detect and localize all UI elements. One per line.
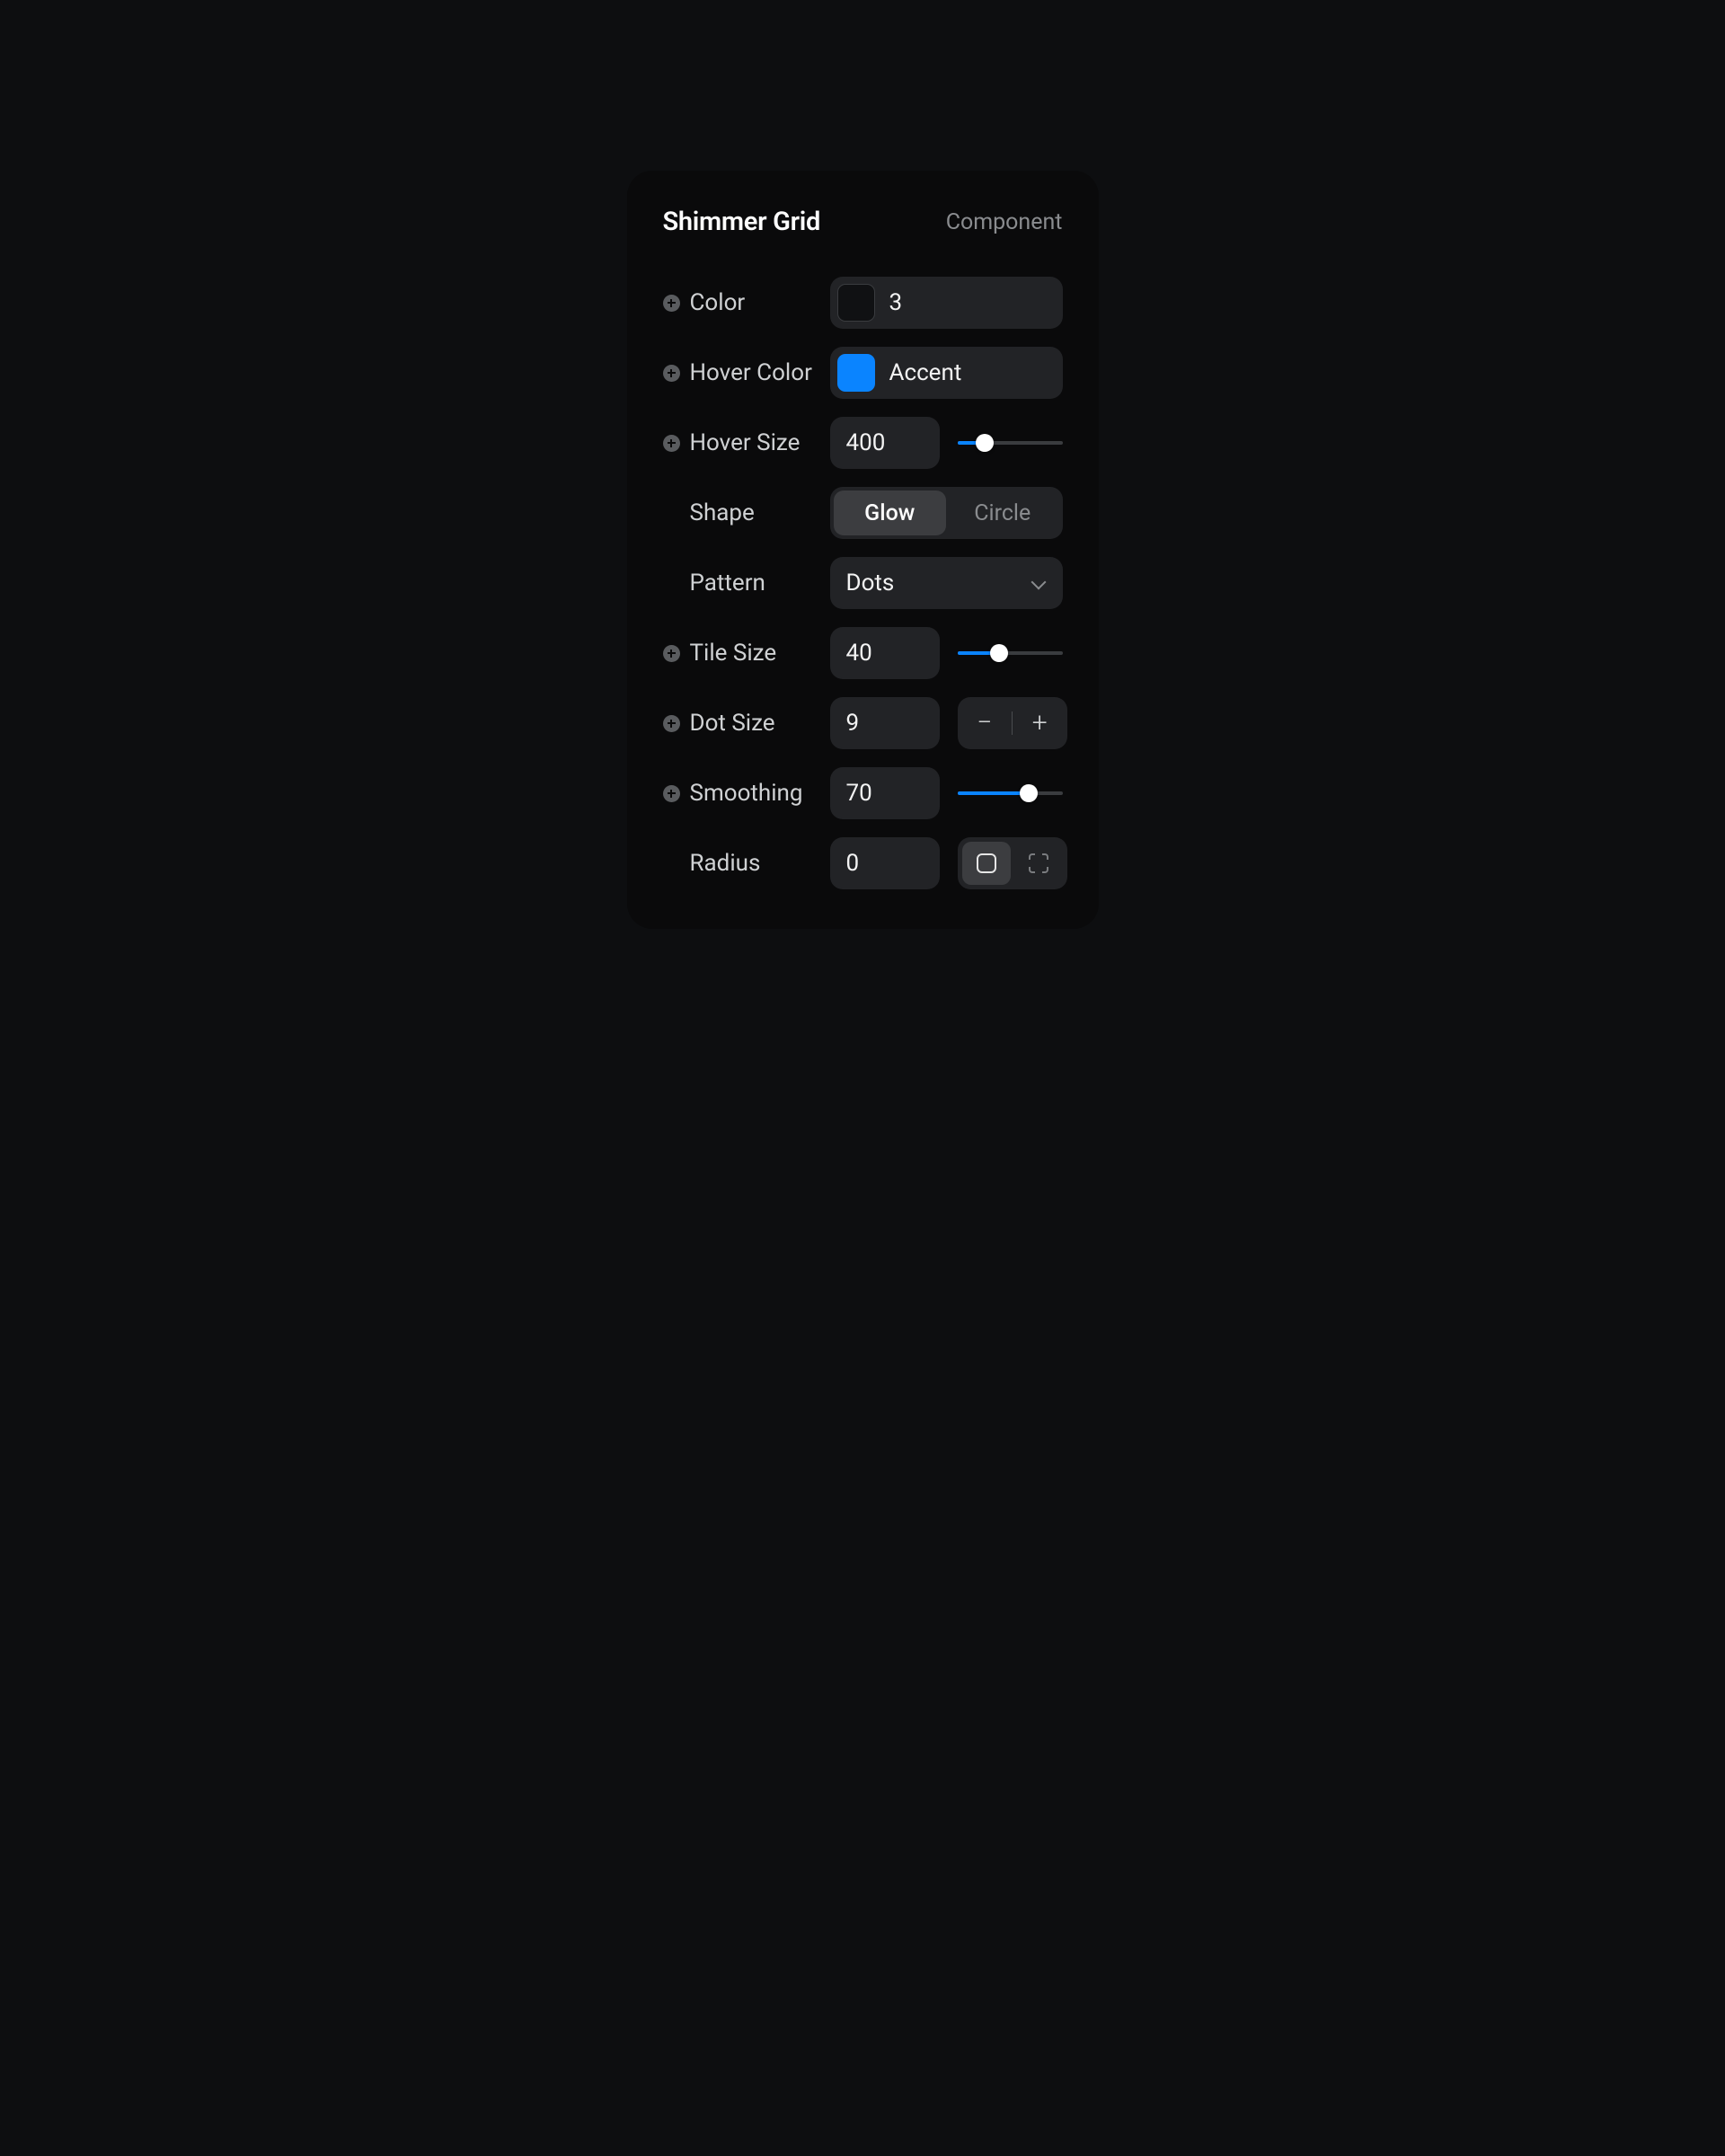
dot-size-label: Dot Size xyxy=(690,710,775,737)
plus-circle-icon[interactable] xyxy=(663,365,680,382)
color-label: Color xyxy=(690,289,746,316)
plus-circle-icon[interactable] xyxy=(663,785,680,802)
hover-size-label: Hover Size xyxy=(690,429,801,456)
pattern-select[interactable]: Dots xyxy=(830,557,1063,609)
smoothing-label: Smoothing xyxy=(690,780,803,807)
slider-thumb[interactable] xyxy=(990,644,1008,662)
smoothing-input[interactable]: 70 xyxy=(830,767,940,819)
plus-circle-icon[interactable] xyxy=(663,295,680,312)
color-row: Color 3 xyxy=(663,277,1063,329)
pattern-value: Dots xyxy=(846,570,895,596)
hover-size-input[interactable]: 400 xyxy=(830,417,940,469)
slider-thumb[interactable] xyxy=(976,434,994,452)
tile-size-label: Tile Size xyxy=(690,640,777,667)
properties-panel: Shimmer Grid Component Color 3 Hover Col… xyxy=(627,171,1099,929)
hover-size-slider[interactable] xyxy=(958,417,1063,469)
color-field[interactable]: 3 xyxy=(830,277,1063,329)
panel-header: Shimmer Grid Component xyxy=(663,207,1063,237)
smoothing-slider[interactable] xyxy=(958,767,1063,819)
radius-value: 0 xyxy=(846,850,860,877)
decrement-button[interactable]: − xyxy=(958,697,1013,749)
radius-uniform-button[interactable] xyxy=(962,842,1011,885)
radius-label: Radius xyxy=(690,850,761,877)
tile-size-value: 40 xyxy=(846,640,872,667)
dot-size-row: Dot Size 9 − + xyxy=(663,697,1063,749)
radius-input[interactable]: 0 xyxy=(830,837,940,889)
pattern-row: Pattern Dots xyxy=(663,557,1063,609)
panel-title: Shimmer Grid xyxy=(663,207,821,237)
dot-size-input[interactable]: 9 xyxy=(830,697,940,749)
slider-thumb[interactable] xyxy=(1020,784,1038,802)
hover-color-field[interactable]: Accent xyxy=(830,347,1063,399)
radius-per-corner-button[interactable] xyxy=(1014,842,1063,885)
hover-color-swatch xyxy=(837,354,875,392)
tile-size-row: Tile Size 40 xyxy=(663,627,1063,679)
shape-segmented: Glow Circle xyxy=(830,487,1063,539)
tile-size-input[interactable]: 40 xyxy=(830,627,940,679)
hover-color-row: Hover Color Accent xyxy=(663,347,1063,399)
pattern-label: Pattern xyxy=(690,570,765,596)
smoothing-value: 70 xyxy=(846,780,872,807)
shape-row: Shape Glow Circle xyxy=(663,487,1063,539)
shape-option-circle[interactable]: Circle xyxy=(946,490,1059,535)
hover-color-label: Hover Color xyxy=(690,359,812,386)
plus-circle-icon[interactable] xyxy=(663,435,680,452)
chevron-down-icon xyxy=(1031,575,1047,591)
dot-size-value: 9 xyxy=(846,710,860,737)
increment-button[interactable]: + xyxy=(1013,697,1067,749)
radius-mode-toggle xyxy=(958,837,1067,889)
color-swatch xyxy=(837,284,875,322)
radius-row: Radius 0 xyxy=(663,837,1063,889)
smoothing-row: Smoothing 70 xyxy=(663,767,1063,819)
tile-size-slider[interactable] xyxy=(958,627,1063,679)
plus-circle-icon[interactable] xyxy=(663,715,680,732)
hover-size-value: 400 xyxy=(846,429,886,456)
square-icon xyxy=(977,853,996,873)
hover-color-value: Accent xyxy=(889,359,962,386)
shape-label: Shape xyxy=(690,499,755,526)
color-value: 3 xyxy=(889,289,903,316)
shape-option-glow[interactable]: Glow xyxy=(834,490,947,535)
corners-icon xyxy=(1029,853,1048,873)
hover-size-row: Hover Size 400 xyxy=(663,417,1063,469)
dot-size-stepper: − + xyxy=(958,697,1067,749)
panel-tag: Component xyxy=(946,209,1063,235)
plus-circle-icon[interactable] xyxy=(663,645,680,662)
